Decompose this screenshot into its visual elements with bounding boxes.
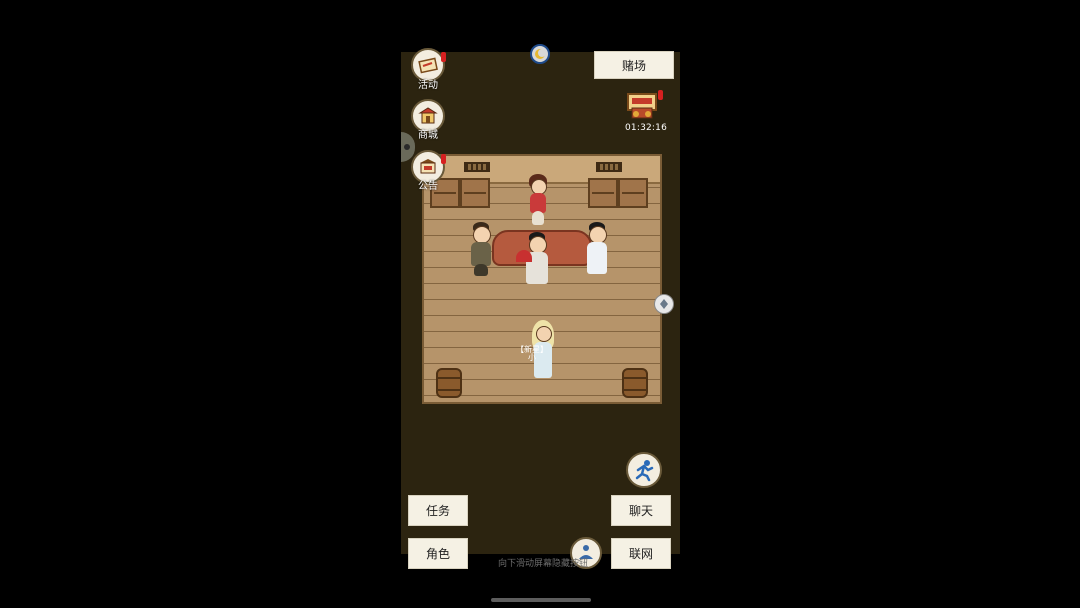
network-button[interactable]: 联网 bbox=[611, 538, 671, 569]
chat-label: 聊天 bbox=[628, 504, 653, 518]
swipe-hint: 向下滑动屏幕隐藏按钮 bbox=[497, 559, 588, 569]
npc-innkeeper[interactable] bbox=[516, 232, 554, 290]
casino-button[interactable]: 赌场 bbox=[594, 51, 674, 79]
network-label: 联网 bbox=[628, 547, 653, 561]
chat-button[interactable]: 聊天 bbox=[611, 495, 671, 526]
notice-label: 公告 bbox=[418, 181, 438, 192]
player-subtitle: 小 bbox=[528, 353, 536, 362]
npc-merchant[interactable] bbox=[466, 222, 496, 278]
casino-label: 赌场 bbox=[621, 58, 646, 73]
event-timer: 01:32:16 bbox=[625, 123, 668, 133]
window-right bbox=[596, 162, 622, 172]
npc-waitress[interactable] bbox=[524, 174, 552, 226]
moon-icon[interactable] bbox=[530, 44, 550, 64]
cabinet bbox=[618, 178, 648, 208]
alert-dot bbox=[441, 154, 446, 164]
activity-label: 活动 bbox=[418, 80, 438, 91]
alert-dot bbox=[441, 52, 446, 62]
notice-board-icon bbox=[420, 159, 436, 174]
cabinet bbox=[588, 178, 618, 208]
event-chest-icon[interactable] bbox=[626, 90, 666, 122]
role-label: 角色 bbox=[425, 547, 450, 561]
window-left bbox=[464, 162, 490, 172]
task-label: 任务 bbox=[425, 504, 450, 518]
role-button[interactable]: 角色 bbox=[408, 538, 468, 569]
task-button[interactable]: 任务 bbox=[408, 495, 468, 526]
running-man-icon bbox=[635, 460, 654, 482]
home-indicator[interactable] bbox=[491, 598, 591, 602]
waypoint-marker-icon[interactable] bbox=[654, 294, 674, 314]
alert-dot bbox=[658, 90, 663, 100]
npc-scholar[interactable] bbox=[582, 222, 612, 278]
cabinet bbox=[460, 178, 490, 208]
shop-stall-icon bbox=[418, 107, 438, 124]
barrel bbox=[622, 368, 648, 398]
activity-scroll-icon bbox=[418, 57, 438, 74]
tavern-room[interactable] bbox=[422, 154, 662, 404]
player-name-tag: 【新星】 小 bbox=[512, 346, 552, 362]
barrel bbox=[436, 368, 462, 398]
auto-run-button[interactable] bbox=[626, 452, 662, 488]
red-fan bbox=[516, 250, 532, 262]
